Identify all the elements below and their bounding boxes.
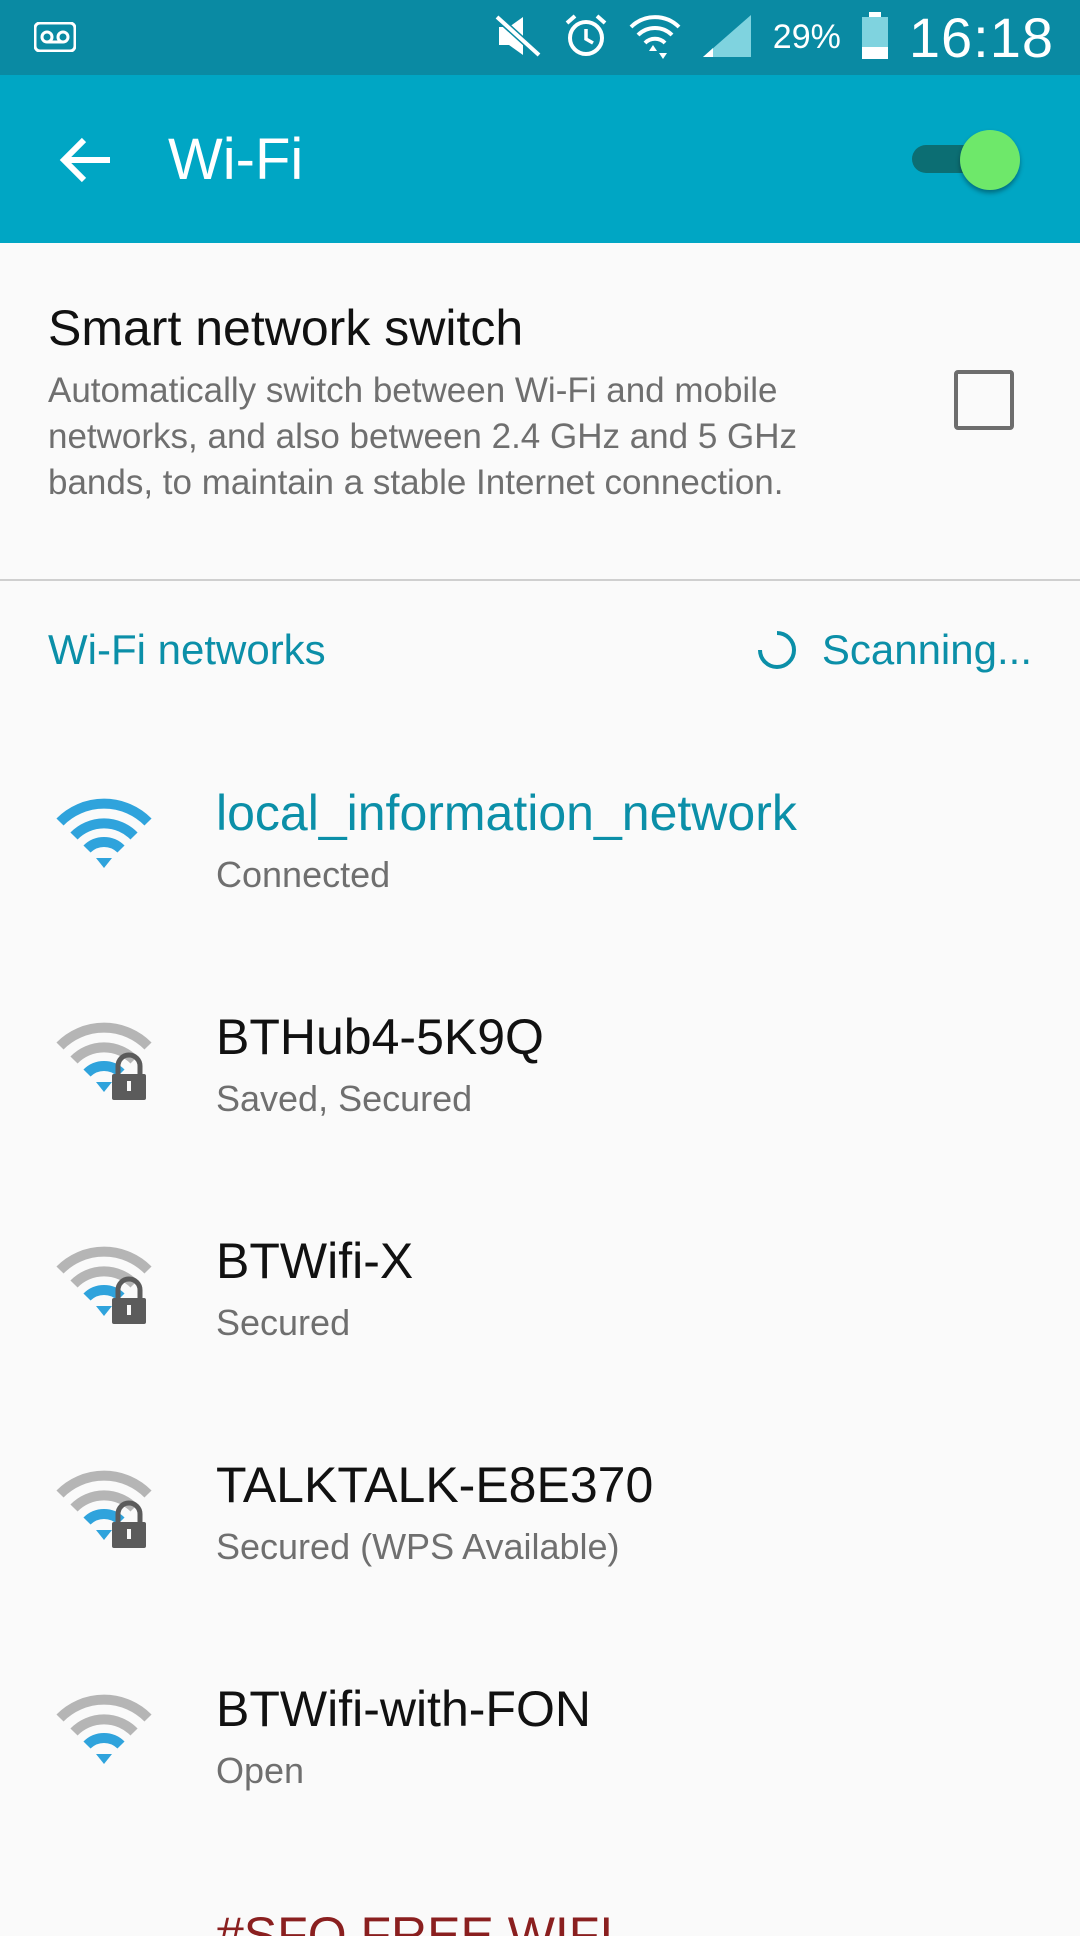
list-item[interactable]: BTWifi-with-FON Open xyxy=(0,1632,1080,1856)
wifi-networks-header: Wi-Fi networks Scanning... xyxy=(0,612,1080,692)
list-item[interactable]: TALKTALK-E8E370 Secured (WPS Available) xyxy=(0,1408,1080,1632)
wifi-data-icon xyxy=(629,11,681,65)
clock: 16:18 xyxy=(908,6,1054,69)
smart-network-switch-checkbox[interactable] xyxy=(954,370,1014,430)
signal-icon xyxy=(701,13,753,63)
network-name: TALKTALK-E8E370 xyxy=(216,1457,654,1513)
network-name: local_information_network xyxy=(216,785,797,841)
list-item[interactable]: #SFO FREE WIFI xyxy=(0,1856,1080,1936)
back-arrow-icon xyxy=(59,137,110,183)
mute-icon xyxy=(493,13,543,63)
list-item[interactable]: BTWifi-X Secured xyxy=(0,1184,1080,1408)
alarm-icon xyxy=(563,13,609,63)
network-status: Secured (WPS Available) xyxy=(216,1526,620,1567)
wifi-locked-icon xyxy=(56,1240,152,1324)
battery-percent: 29% xyxy=(772,18,841,56)
wifi-open-icon xyxy=(56,1688,152,1772)
section-title: Wi-Fi networks xyxy=(48,626,326,673)
network-name: #SFO FREE WIFI xyxy=(216,1907,614,1936)
wifi-locked-icon xyxy=(56,1464,152,1548)
wifi-connected-icon xyxy=(56,792,152,876)
scanning-status: Scanning... xyxy=(756,626,1032,674)
spinner-icon xyxy=(757,631,796,669)
network-name: BTHub4-5K9Q xyxy=(216,1009,544,1065)
voicemail-icon xyxy=(33,21,77,56)
status-bar: 29% 16:18 xyxy=(0,0,1080,75)
network-name: BTWifi-with-FON xyxy=(216,1681,591,1737)
list-item[interactable]: BTHub4-5K9Q Saved, Secured xyxy=(0,960,1080,1184)
battery-icon xyxy=(861,11,889,64)
list-item[interactable]: local_information_network Connected xyxy=(0,736,1080,960)
toggle-thumb xyxy=(960,130,1020,190)
scanning-label: Scanning... xyxy=(821,626,1032,673)
wifi-toggle[interactable] xyxy=(908,127,1026,191)
back-button[interactable] xyxy=(50,125,120,195)
network-list: local_information_network Connected BTHub4… xyxy=(0,736,1080,1936)
network-status: Open xyxy=(216,1750,305,1791)
wifi-locked-icon xyxy=(56,1016,152,1100)
page-title: Wi-Fi xyxy=(168,127,304,192)
network-status: Connected xyxy=(216,854,391,895)
network-name: BTWifi-X xyxy=(216,1233,414,1289)
smart-network-switch-row[interactable]: Smart network switch Automatically switc… xyxy=(0,243,1080,581)
app-bar: Wi-Fi xyxy=(0,75,1080,243)
smart-network-switch-description: Automatically switch between Wi-Fi and m… xyxy=(48,371,798,502)
network-status: Secured xyxy=(216,1302,351,1343)
network-status: Saved, Secured xyxy=(216,1078,473,1119)
smart-network-switch-title: Smart network switch xyxy=(48,300,524,356)
